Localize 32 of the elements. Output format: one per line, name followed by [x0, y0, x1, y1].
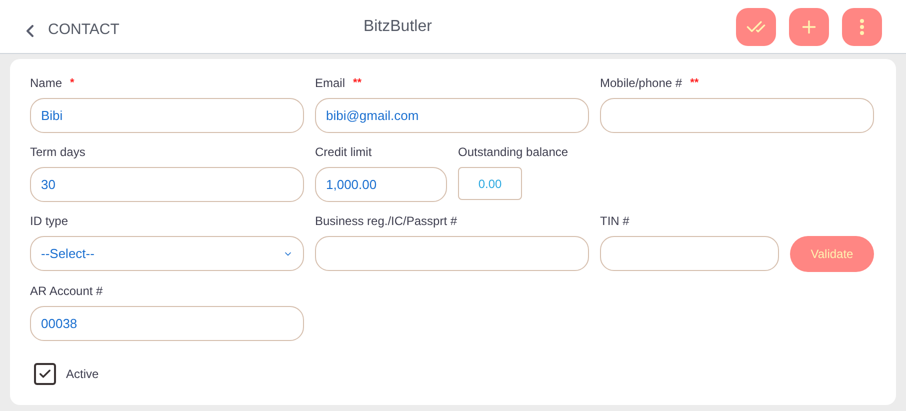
check-icon: [38, 367, 52, 381]
back-button[interactable]: CONTACT: [20, 19, 120, 42]
more-button[interactable]: [842, 8, 882, 46]
field-label: Mobile/phone #: [600, 75, 682, 92]
active-checkbox[interactable]: [34, 363, 56, 385]
field-label: Term days: [30, 144, 86, 161]
text-field[interactable]: [600, 236, 779, 271]
text-field[interactable]: [600, 98, 874, 133]
field-label: ID type: [30, 213, 68, 230]
checkbox-label: Active: [66, 366, 99, 383]
text-field[interactable]: Bibi: [30, 98, 304, 133]
field-label: Outstanding balance: [458, 144, 568, 161]
app-title: BitzButler: [363, 16, 432, 36]
more-icon: [860, 18, 864, 34]
field-label: TIN #: [600, 213, 630, 230]
select-field[interactable]: --Select--: [30, 236, 304, 271]
field-label: Email: [315, 75, 346, 92]
add-button[interactable]: [789, 8, 829, 46]
field-label: Business reg./IC/Passprt #: [315, 213, 458, 230]
text-field[interactable]: 30: [30, 167, 304, 202]
field-label: AR Account #: [30, 283, 103, 300]
amount-field[interactable]: 1,000.00: [315, 167, 447, 202]
balance-field[interactable]: 0.00: [458, 167, 522, 200]
required-mark: **: [690, 76, 699, 91]
required-mark: *: [70, 76, 74, 91]
required-mark: **: [353, 76, 362, 91]
mark-all-button[interactable]: [736, 8, 776, 46]
field-label: Name: [30, 75, 62, 92]
text-field[interactable]: [315, 236, 589, 271]
text-field[interactable]: bibi@gmail.com: [315, 98, 589, 133]
text-field[interactable]: 00038: [30, 306, 304, 341]
field-label: Credit limit: [315, 144, 372, 161]
